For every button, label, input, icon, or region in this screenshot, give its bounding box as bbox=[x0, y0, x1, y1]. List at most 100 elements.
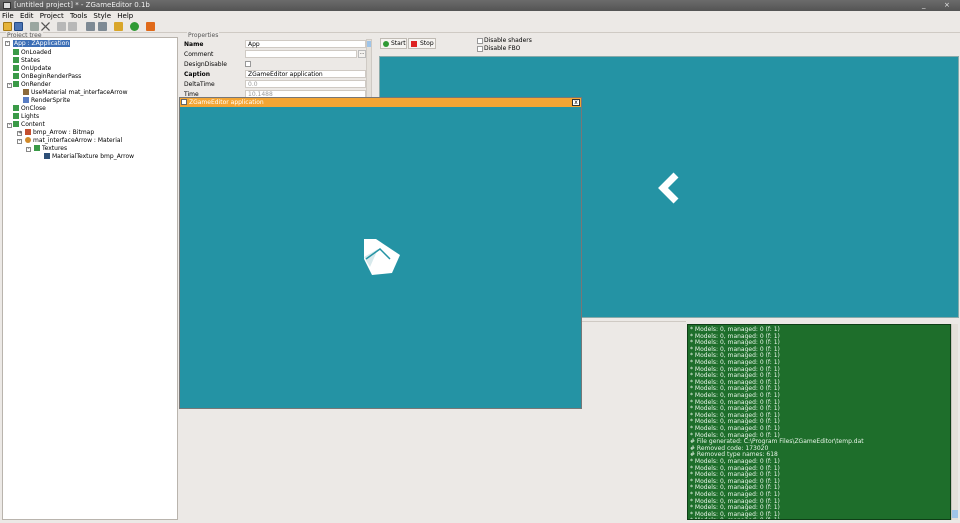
tree-node-onupdate[interactable]: OnUpdate bbox=[13, 65, 51, 73]
prop-key: Name bbox=[184, 41, 204, 48]
tree-node-label: UseMaterial mat_interfaceArrow bbox=[31, 89, 128, 96]
tree-node-label: Lights bbox=[21, 113, 40, 120]
close-button[interactable]: × bbox=[944, 1, 950, 9]
build-icon[interactable] bbox=[146, 22, 155, 31]
tree-node-label: Content bbox=[21, 121, 45, 128]
scroll-thumb[interactable] bbox=[952, 510, 958, 518]
component-icon bbox=[13, 73, 19, 79]
game-window-title: ZGameEditor application bbox=[189, 99, 264, 106]
lock-icon[interactable] bbox=[114, 22, 123, 31]
tree-node-material[interactable]: mat_interfaceArrow : Material bbox=[25, 137, 122, 145]
log-scrollbar[interactable] bbox=[951, 324, 958, 520]
tree-node-label: bmp_Arrow : Bitmap bbox=[33, 129, 95, 136]
tree-node-label: mat_interfaceArrow : Material bbox=[33, 137, 123, 144]
game-window-titlebar[interactable]: ZGameEditor application x bbox=[180, 98, 581, 107]
tree-node-states[interactable]: States bbox=[13, 57, 40, 65]
cut-icon[interactable] bbox=[57, 22, 66, 31]
title-bar: [untitled project] * - ZGameEditor 0.1b … bbox=[0, 0, 960, 11]
save-icon[interactable] bbox=[14, 22, 23, 31]
component-icon bbox=[13, 113, 19, 119]
arrow-sprite-icon bbox=[364, 239, 400, 275]
menu-style[interactable]: Style bbox=[91, 11, 113, 20]
tree-node-label: App : ZApplication bbox=[13, 40, 71, 47]
prop-key: DesignDisable bbox=[184, 61, 227, 68]
menu-help[interactable]: Help bbox=[115, 11, 135, 20]
tree-expander[interactable]: - bbox=[7, 83, 12, 88]
prop-row-designdisable: DesignDisable bbox=[181, 60, 373, 69]
game-window-icon bbox=[181, 99, 187, 105]
tree-node-usematerial[interactable]: UseMaterial mat_interfaceArrow bbox=[23, 89, 128, 97]
component-icon bbox=[13, 49, 19, 55]
tree-node-label: OnUpdate bbox=[21, 65, 52, 72]
tree-expander[interactable]: - bbox=[26, 147, 31, 152]
open-folder-icon[interactable] bbox=[3, 22, 12, 31]
scroll-thumb[interactable] bbox=[367, 41, 371, 47]
disable-shaders-checkbox[interactable] bbox=[477, 38, 483, 44]
tree-expander[interactable]: + bbox=[17, 131, 22, 136]
prop-key: DeltaTime bbox=[184, 81, 215, 88]
start-button[interactable]: Start bbox=[380, 38, 407, 49]
tree-node-app[interactable]: App : ZApplication bbox=[13, 40, 71, 48]
component-icon bbox=[34, 145, 40, 151]
stop-label: Stop bbox=[420, 40, 434, 47]
minimize-button[interactable]: _ bbox=[922, 1, 926, 9]
copy-icon[interactable] bbox=[86, 22, 95, 31]
add-icon[interactable] bbox=[30, 22, 39, 31]
tree-node-onloaded[interactable]: OnLoaded bbox=[13, 49, 51, 57]
toolbar bbox=[0, 21, 960, 33]
disable-shaders-label: Disable shaders bbox=[484, 37, 532, 44]
tree-node-label: OnClose bbox=[21, 105, 46, 112]
run-icon[interactable] bbox=[130, 22, 139, 31]
log-panel[interactable]: * Models: 0, managed: 0 (f: 1) * Models: … bbox=[687, 324, 951, 520]
brush-icon bbox=[23, 89, 29, 95]
log-line: * Models: 0, managed: 0 (f: 1) bbox=[690, 517, 780, 519]
menu-edit[interactable]: Edit bbox=[18, 11, 36, 20]
tree-node-onclose[interactable]: OnClose bbox=[13, 105, 46, 113]
prop-row-comment: Comment ... bbox=[181, 50, 373, 59]
tree-node-onbeginrenderpass[interactable]: OnBeginRenderPass bbox=[13, 73, 81, 81]
tree-node-onrender[interactable]: OnRender bbox=[13, 81, 51, 89]
game-window[interactable]: ZGameEditor application x bbox=[179, 97, 582, 409]
move-down-icon[interactable] bbox=[68, 22, 77, 31]
paste-icon[interactable] bbox=[98, 22, 107, 31]
window-title: [untitled project] * - ZGameEditor 0.1b bbox=[14, 1, 150, 9]
prop-caption-input[interactable]: ZGameEditor application bbox=[245, 70, 366, 78]
play-icon bbox=[383, 41, 389, 47]
tree-expander[interactable]: - bbox=[17, 139, 22, 144]
stop-button[interactable]: Stop bbox=[408, 38, 436, 49]
component-icon bbox=[13, 105, 19, 111]
tree-node-label: OnBeginRenderPass bbox=[21, 73, 82, 80]
tree-node-bmp-arrow[interactable]: bmp_Arrow : Bitmap bbox=[25, 129, 94, 137]
prop-name-input[interactable]: App bbox=[245, 40, 366, 48]
menu-project[interactable]: Project bbox=[38, 11, 66, 20]
material-icon bbox=[25, 137, 31, 143]
menu-tools[interactable]: Tools bbox=[68, 11, 89, 20]
prop-deltatime-value: 0.0 bbox=[245, 80, 366, 88]
tree-node-lights[interactable]: Lights bbox=[13, 113, 39, 121]
stop-icon bbox=[411, 41, 417, 47]
prop-comment-input[interactable] bbox=[245, 50, 357, 58]
start-label: Start bbox=[391, 40, 406, 47]
properties-scrollbar[interactable] bbox=[366, 39, 372, 99]
menu-file[interactable]: File bbox=[0, 11, 16, 20]
properties-panel: Name App Comment ... DesignDisable Capti… bbox=[181, 37, 373, 99]
tree-expander[interactable]: - bbox=[7, 123, 12, 128]
app-icon bbox=[3, 2, 11, 9]
tree-node-rendersprite[interactable]: RenderSprite bbox=[23, 97, 70, 105]
ellipsis-button[interactable]: ... bbox=[358, 50, 366, 58]
designdisable-checkbox[interactable] bbox=[245, 61, 251, 67]
prop-row-name: Name App bbox=[181, 40, 373, 49]
tree-node-textures[interactable]: Textures bbox=[34, 145, 67, 153]
component-icon bbox=[13, 65, 19, 71]
tree-node-materialtexture[interactable]: MaterialTexture bmp_Arrow bbox=[44, 153, 134, 161]
game-window-close-button[interactable]: x bbox=[572, 99, 580, 106]
disable-fbo-checkbox[interactable] bbox=[477, 46, 483, 52]
prop-key: Caption bbox=[184, 71, 211, 78]
prop-row-deltatime: DeltaTime 0.0 bbox=[181, 80, 373, 89]
tree-node-content[interactable]: Content bbox=[13, 121, 45, 129]
prop-key: Comment bbox=[184, 51, 214, 58]
tree-node-label: RenderSprite bbox=[31, 97, 71, 104]
project-tree[interactable]: - App : ZApplication OnLoaded States OnU… bbox=[2, 37, 178, 520]
tree-expander[interactable]: - bbox=[5, 41, 10, 46]
delete-icon[interactable] bbox=[41, 22, 50, 31]
